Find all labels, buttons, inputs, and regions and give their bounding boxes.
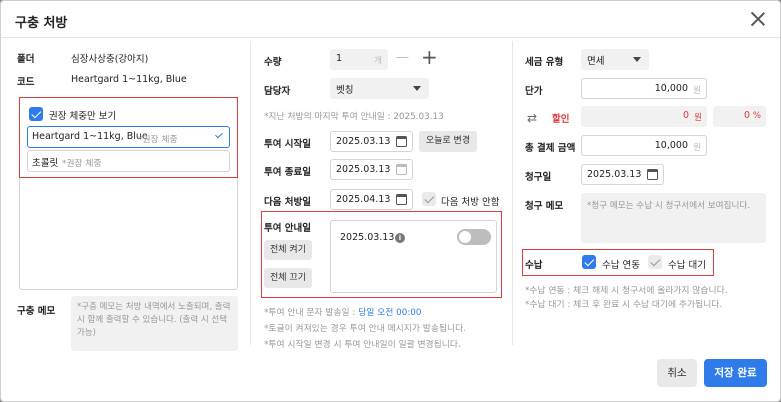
folder-value: 심장사상충(강아지) <box>71 54 149 65</box>
info-icon: i <box>395 233 405 243</box>
calendar-icon <box>396 194 407 205</box>
sms-prefix: *투여 안내 문자 발송일 : <box>264 308 356 318</box>
only-recommended-checkbox[interactable] <box>29 107 43 121</box>
discount-won-unit: 원 <box>694 113 702 123</box>
discount-pct-input[interactable]: 0 % <box>713 106 766 127</box>
total-value: 10,000 <box>654 140 688 151</box>
guide-label: 투여 안내일 <box>264 223 312 234</box>
tax-value: 면세 <box>587 56 605 67</box>
guide-toggle[interactable] <box>457 229 491 245</box>
tax-select[interactable]: 면세 <box>581 49 649 70</box>
end-label: 투여 종료일 <box>264 167 312 178</box>
toggle-note: *토글이 켜져있는 경우 투여 안내 메시지가 발송됩니다. <box>264 324 467 334</box>
option-heartgard[interactable]: Heartgard 1~11kg, Blue *권장 체중 <box>27 126 230 148</box>
start-date-value: 2025.03.13 <box>336 136 391 147</box>
folder-label: 폴더 <box>17 54 35 65</box>
discount-label: 할인 <box>552 114 570 125</box>
last-notice: *지난 처방의 마지막 투여 안내일 : 2025.03.13 <box>264 112 444 122</box>
guide-date-value: 2025.03.13 <box>340 232 395 243</box>
plus-button[interactable]: + <box>421 45 438 69</box>
chevron-down-icon <box>413 86 421 91</box>
qty-label: 수량 <box>264 57 282 68</box>
total-unit: 원 <box>693 143 701 153</box>
no-next-checkbox[interactable] <box>422 192 436 206</box>
manager-label: 담당자 <box>264 86 291 97</box>
bill-memo-placeholder: *청구 메모는 수납 시 청구서에서 보여집니다. <box>587 201 751 211</box>
no-next-label: 다음 처방 안함 <box>441 197 500 208</box>
start-change-note: *투여 시작일 변경 시 투여 안내일이 일괄 변경됩니다. <box>264 340 461 350</box>
option-heartgard-name: Heartgard 1~11kg, Blue <box>32 131 148 142</box>
discount-won-input[interactable]: 0 원 <box>581 106 707 127</box>
column-divider-2 <box>512 41 513 345</box>
chevron-down-icon <box>633 57 641 62</box>
check-icon <box>215 130 223 139</box>
save-button[interactable]: 저장 완료 <box>704 359 767 387</box>
close-icon[interactable] <box>750 11 766 27</box>
cancel-button[interactable]: 취소 <box>657 359 697 387</box>
calendar-icon <box>396 136 407 147</box>
discount-pct-unit: % <box>752 111 761 121</box>
dialog-title: 구충 처방 <box>15 16 68 31</box>
price-unit: 원 <box>693 86 701 96</box>
start-date-input[interactable]: 2025.03.13 <box>330 131 413 152</box>
total-input[interactable]: 10,000 원 <box>581 135 707 156</box>
memo-label: 구충 메모 <box>17 306 56 317</box>
qty-unit: 개 <box>374 56 382 66</box>
end-date-value: 2025.03.13 <box>336 164 391 175</box>
swap-icon[interactable]: ⇄ <box>527 111 543 125</box>
calendar-icon <box>396 164 407 175</box>
memo-placeholder: *구충 메모는 처방 내역에서 노출되며, 출력 시 함께 출력할 수 있습니다… <box>77 302 231 338</box>
column-divider-1 <box>250 41 251 345</box>
guide-date-list: 2025.03.13 i <box>330 220 497 293</box>
discount-pct-value: 0 <box>743 110 750 121</box>
option-chocolate[interactable]: 초콜릿 *권장 체중 <box>27 150 230 172</box>
dialog-header: 구충 처방 <box>1 1 780 38</box>
price-value: 10,000 <box>654 83 688 94</box>
option-chocolate-hint: *권장 체중 <box>62 159 102 169</box>
start-label: 투여 시작일 <box>264 139 312 150</box>
pay-wait-label: 수납 대기 <box>668 260 706 271</box>
bill-memo-label: 청구 메모 <box>525 201 564 212</box>
qty-value: 1 <box>336 53 343 64</box>
tax-label: 세금 유형 <box>525 57 564 68</box>
bill-label: 청구일 <box>525 172 552 183</box>
sms-time: 당일 오전 00:00 <box>358 308 422 318</box>
next-date-value: 2025.04.13 <box>336 194 391 205</box>
all-on-button[interactable]: 전체 켜기 <box>264 240 312 260</box>
code-value: Heartgard 1~11kg, Blue <box>71 74 187 85</box>
prescription-dialog: 구충 처방 폴더 심장사상충(강아지) 코드 Heartgard 1~11kg,… <box>0 0 781 402</box>
memo-textarea[interactable]: *구충 메모는 처방 내역에서 노출되며, 출력 시 함께 출력할 수 있습니다… <box>71 296 238 351</box>
next-label: 다음 처방일 <box>264 197 312 208</box>
pay-link-checkbox[interactable] <box>582 255 596 269</box>
pay-label: 수납 <box>525 260 543 271</box>
option-chocolate-name: 초콜릿 <box>32 158 59 169</box>
bill-date-input[interactable]: 2025.03.13 <box>581 164 664 185</box>
bill-date-value: 2025.03.13 <box>587 169 642 180</box>
total-label: 총 결제 금액 <box>525 143 576 154</box>
pay-link-note: *수납 연동 : 체크 해제 시 청구서에 올라가지 않습니다. <box>525 286 728 296</box>
discount-won-value: 0 <box>682 110 689 121</box>
code-label: 코드 <box>17 77 35 88</box>
pay-wait-note: *수납 대기 : 체크 후 완료 시 수납 대기에 추가됩니다. <box>525 300 723 310</box>
end-date-input[interactable]: 2025.03.13 <box>330 159 413 180</box>
qty-input[interactable]: 1 개 <box>330 49 388 70</box>
all-off-button[interactable]: 전체 끄기 <box>264 268 312 288</box>
bill-memo-textarea[interactable]: *청구 메모는 수납 시 청구서에서 보여집니다. <box>581 193 766 243</box>
manager-value: 벳칭 <box>336 85 354 96</box>
pay-link-label: 수납 연동 <box>602 260 640 271</box>
calendar-icon <box>647 169 658 180</box>
pay-wait-checkbox[interactable] <box>648 255 662 269</box>
manager-select[interactable]: 벳칭 <box>330 78 429 99</box>
sms-note: *투여 안내 문자 발송일 : 당일 오전 00:00 <box>264 305 422 318</box>
minus-button[interactable]: — <box>396 50 409 65</box>
option-heartgard-hint: *권장 체중 <box>138 135 178 145</box>
only-recommended-label: 권장 체중만 보기 <box>49 111 117 122</box>
price-input[interactable]: 10,000 원 <box>581 78 707 99</box>
next-date-input[interactable]: 2025.04.13 <box>330 189 413 210</box>
today-button[interactable]: 오늘로 변경 <box>419 131 477 152</box>
price-label: 단가 <box>525 86 543 97</box>
